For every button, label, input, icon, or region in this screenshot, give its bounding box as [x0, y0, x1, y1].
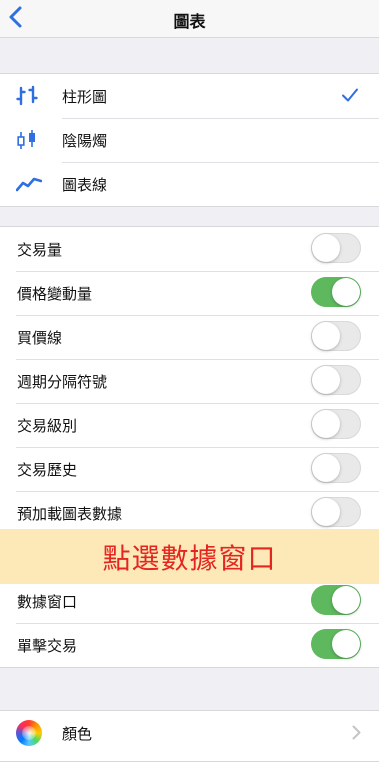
page-title: 圖表: [173, 12, 206, 31]
toggle-knob: [312, 410, 340, 438]
option-label: 預加載圖表數據: [17, 504, 123, 523]
color-row[interactable]: 顏色: [0, 711, 379, 755]
bar-chart-icon: [16, 85, 38, 106]
chart-type-group: 柱形圖 陰陽燭 圖表線: [0, 73, 379, 207]
option-label: 交易級別: [17, 416, 78, 435]
volume-toggle[interactable]: [311, 233, 361, 263]
option-row-trade-history: 交易歷史: [0, 447, 379, 491]
candlestick-icon: [17, 130, 35, 149]
option-label: 交易歷史: [17, 460, 78, 479]
chart-type-label: 柱形圖: [62, 87, 108, 106]
color-group: 顏色: [0, 710, 379, 762]
period-separators-toggle[interactable]: [311, 365, 361, 395]
data-window-toggle[interactable]: [311, 585, 361, 615]
navigation-bar: 圖表: [0, 0, 379, 38]
option-row-tick-volume: 價格變動量: [0, 271, 379, 315]
option-row-one-click-trading: 單擊交易: [0, 623, 379, 667]
toggle-knob: [332, 586, 360, 614]
option-label: 週期分隔符號: [17, 372, 108, 391]
option-label: 價格變動量: [17, 284, 93, 303]
chart-type-label: 圖表線: [62, 175, 108, 194]
one-click-trading-toggle[interactable]: [311, 629, 361, 659]
toggle-knob: [332, 278, 360, 306]
toggle-knob: [312, 234, 340, 262]
color-wheel-icon: [16, 720, 42, 746]
option-label: 交易量: [17, 240, 63, 259]
banner-text: 點選數據窗口: [102, 541, 277, 575]
toggle-knob: [312, 366, 340, 394]
option-label: 單擊交易: [17, 636, 78, 655]
toggle-knob: [312, 322, 340, 350]
preload-chart-data-toggle[interactable]: [311, 497, 361, 527]
chevron-right-icon: [352, 725, 361, 740]
bid-line-toggle[interactable]: [311, 321, 361, 351]
chart-type-bar[interactable]: 柱形圖: [0, 74, 379, 118]
option-label: 買價線: [17, 328, 63, 347]
toggle-knob: [332, 630, 360, 658]
color-label: 顏色: [62, 724, 93, 743]
trade-history-toggle[interactable]: [311, 453, 361, 483]
toggle-knob: [312, 498, 340, 526]
display-options-group: 交易量 價格變動量 買價線 週期分隔符號 交易級別 交易歷史 預加載圖表數據 數…: [0, 226, 379, 668]
option-row-bid-line: 買價線: [0, 315, 379, 359]
toggle-knob: [312, 454, 340, 482]
trade-levels-toggle[interactable]: [311, 409, 361, 439]
instruction-banner: 點選數據窗口: [0, 529, 379, 584]
option-row-data-window: 數據窗口: [0, 579, 379, 623]
option-row-volume: 交易量: [0, 227, 379, 271]
option-row-trade-levels: 交易級別: [0, 403, 379, 447]
chart-type-line[interactable]: 圖表線: [0, 162, 379, 206]
line-chart-icon: [16, 177, 42, 192]
option-label: 數據窗口: [17, 592, 78, 611]
chart-type-label: 陰陽燭: [62, 131, 108, 150]
tick-volume-toggle[interactable]: [311, 277, 361, 307]
chart-type-candlestick[interactable]: 陰陽燭: [0, 118, 379, 162]
checkmark-icon: [342, 88, 358, 102]
option-row-period-separators: 週期分隔符號: [0, 359, 379, 403]
